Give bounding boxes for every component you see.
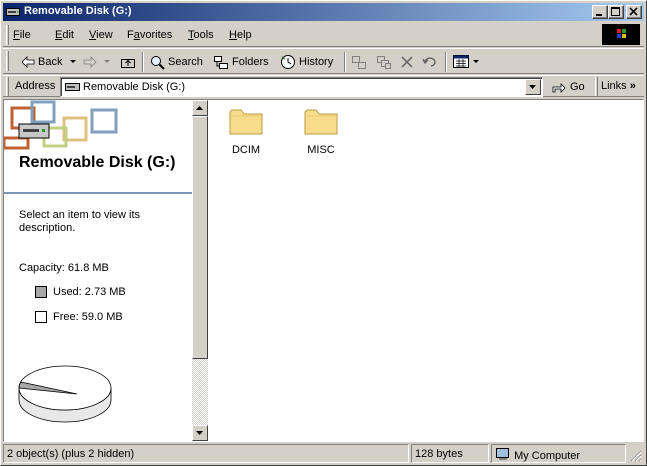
up-folder-button[interactable] (120, 53, 136, 71)
toolbar-separator (445, 52, 447, 72)
folder-label: DCIM (231, 144, 261, 156)
my-computer-icon (496, 448, 509, 460)
menu-bar: File Edit View Favorites Tools Help (3, 23, 644, 47)
standard-toolbar: Back Search Folders History (3, 48, 644, 74)
content-area: Removable Disk (G:) Select an item to vi… (3, 99, 644, 442)
move-to-button[interactable] (351, 53, 367, 71)
chevron-right-icon: » (629, 80, 636, 92)
views-dropdown-icon[interactable] (473, 60, 480, 64)
forward-arrow-icon (83, 56, 97, 68)
status-zone: My Computer (491, 444, 626, 463)
address-value: Removable Disk (G:) (83, 81, 186, 93)
capacity-text: Capacity: 61.8 MB (19, 262, 109, 274)
windows-logo (602, 24, 640, 45)
folders-icon (214, 55, 228, 69)
menu-file[interactable]: File (13, 29, 31, 41)
pane-title: Removable Disk (G:) (19, 154, 176, 171)
toolbar-separator (344, 52, 346, 72)
scroll-down-button[interactable] (192, 425, 208, 441)
address-input[interactable]: Removable Disk (G:) (60, 77, 543, 97)
disk-usage-pie-chart (18, 365, 112, 423)
pane-description: Select an item to view its description. (19, 209, 141, 234)
menu-help[interactable]: Help (229, 29, 252, 41)
status-size: 128 bytes (411, 444, 489, 463)
arrow-up-icon (196, 106, 203, 110)
status-bar: 2 object(s) (plus 2 hidden) 128 bytes My… (3, 444, 644, 464)
scroll-up-button[interactable] (192, 100, 208, 116)
history-button[interactable]: History (280, 53, 333, 71)
title-bar[interactable]: Removable Disk (G:) (3, 3, 644, 21)
copy-to-icon (377, 55, 391, 69)
address-label: Address (15, 80, 56, 92)
menu-edit[interactable]: Edit (55, 29, 74, 41)
minimize-button[interactable] (592, 5, 608, 19)
menu-grip[interactable] (6, 25, 9, 45)
folder-icon (229, 109, 263, 135)
links-button[interactable]: Links » (601, 80, 636, 92)
menu-view[interactable]: View (89, 29, 113, 41)
menu-favorites[interactable]: Favorites (127, 29, 172, 41)
status-object-count: 2 object(s) (plus 2 hidden) (3, 444, 409, 463)
info-pane-scrollbar[interactable] (192, 100, 208, 441)
scroll-thumb[interactable] (192, 116, 208, 359)
undo-button[interactable] (422, 53, 438, 71)
address-dropdown-button[interactable] (525, 79, 541, 95)
window-title: Removable Disk (G:) (24, 5, 132, 17)
maximize-button[interactable] (608, 5, 624, 19)
delete-button[interactable] (400, 53, 414, 71)
close-icon (629, 7, 638, 16)
arrow-down-icon (196, 431, 203, 435)
close-button[interactable] (626, 5, 642, 19)
explorer-window: Removable Disk (G:) File Edit View Favor… (0, 0, 647, 466)
drive-banner-graphic (4, 100, 118, 150)
folder-item-misc[interactable]: MISC (291, 106, 351, 156)
free-swatch (35, 311, 47, 323)
undo-icon (422, 57, 436, 67)
go-arrow-icon (552, 83, 566, 93)
folders-button[interactable]: Folders (213, 53, 269, 71)
menu-tools[interactable]: Tools (188, 29, 214, 41)
back-button[interactable]: Back (21, 53, 77, 71)
used-swatch (35, 286, 47, 298)
info-pane: Removable Disk (G:) Select an item to vi… (4, 100, 192, 441)
file-list[interactable]: DCIM MISC (208, 100, 643, 441)
history-icon (281, 55, 295, 69)
search-button[interactable]: Search (150, 53, 203, 71)
free-legend: Free: 59.0 MB (35, 311, 123, 323)
forward-button[interactable] (83, 53, 111, 71)
back-arrow-icon (21, 56, 35, 68)
views-icon (453, 55, 469, 68)
search-icon (151, 55, 165, 70)
resize-grip-icon[interactable] (628, 448, 642, 462)
go-button[interactable]: Go (551, 78, 585, 96)
drive-icon (6, 8, 20, 16)
windows-flag-icon (617, 29, 626, 38)
drive-icon (65, 83, 80, 91)
address-bar: Address Removable Disk (G:) Go Links » (3, 75, 644, 97)
forward-dropdown-icon[interactable] (104, 60, 111, 64)
folder-icon (304, 109, 338, 135)
views-button[interactable] (453, 53, 480, 71)
links-grip[interactable] (595, 77, 598, 96)
toolbar-grip[interactable] (6, 51, 9, 71)
minimize-icon (596, 14, 602, 16)
chevron-down-icon (529, 85, 536, 89)
copy-to-button[interactable] (376, 53, 392, 71)
maximize-icon (611, 7, 620, 16)
address-grip[interactable] (6, 77, 9, 96)
back-dropdown-icon[interactable] (70, 60, 77, 64)
delete-icon (401, 56, 413, 68)
up-folder-icon (121, 59, 135, 68)
move-to-icon (352, 55, 366, 69)
pane-divider (4, 192, 192, 194)
toolbar-separator (142, 52, 144, 72)
used-legend: Used: 2.73 MB (35, 286, 126, 298)
folder-item-dcim[interactable]: DCIM (216, 106, 276, 156)
folder-label: MISC (307, 144, 335, 156)
